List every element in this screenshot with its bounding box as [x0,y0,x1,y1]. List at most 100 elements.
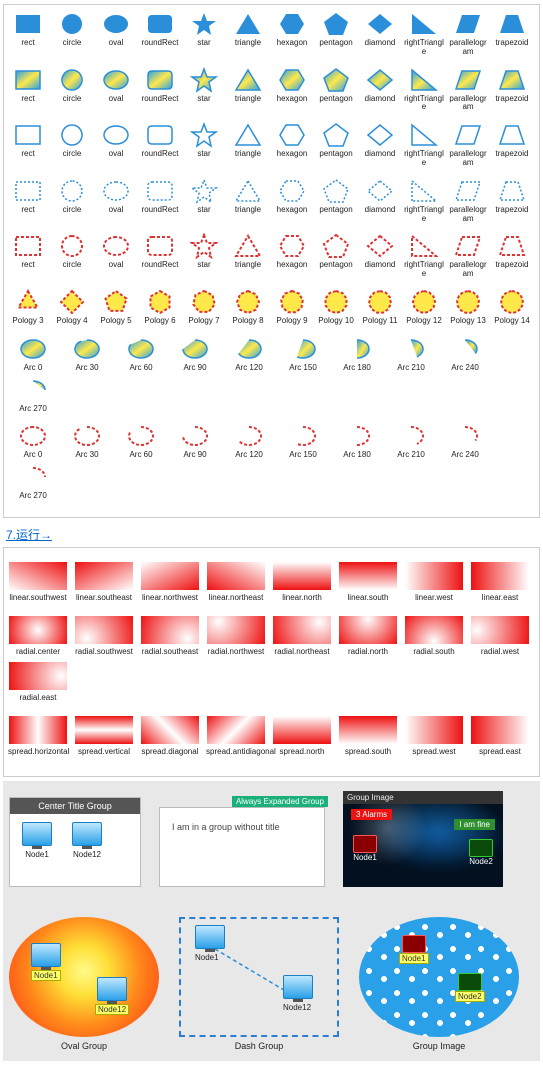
shape-cell[interactable]: roundRect [140,233,180,279]
shape-cell[interactable]: Arc 90 [170,336,220,373]
shape-cell[interactable]: hexagon [272,122,312,168]
group-node[interactable]: Node1 [353,835,377,862]
shape-cell[interactable]: Pology 14 [492,289,532,326]
group-node[interactable]: Node1 [399,935,429,964]
gradient-swatch[interactable]: linear.west [404,562,464,602]
shape-cell[interactable]: Arc 150 [278,336,328,373]
shape-cell[interactable]: roundRect [140,11,180,57]
gradient-swatch[interactable]: linear.southwest [8,562,68,602]
shape-cell[interactable]: Pology 3 [8,289,48,326]
shape-cell[interactable]: rightTriangle [404,122,444,168]
shape-cell[interactable]: parallelogram [448,178,488,224]
gradient-swatch[interactable]: linear.south [338,562,398,602]
group-node[interactable]: Node2 [455,973,485,1002]
shape-cell[interactable]: Arc 270 [8,377,58,414]
shape-cell[interactable]: parallelogram [448,233,488,279]
shape-cell[interactable]: rect [8,233,48,279]
gradient-swatch[interactable]: linear.northwest [140,562,200,602]
shape-cell[interactable]: trapezoid [492,122,532,168]
gradient-swatch[interactable]: linear.east [470,562,530,602]
shape-cell[interactable]: star [184,178,224,224]
gradient-swatch[interactable]: radial.southeast [140,616,200,656]
shape-cell[interactable]: triangle [228,233,268,279]
group-node[interactable]: Node12 [72,822,102,860]
shape-cell[interactable]: triangle [228,67,268,113]
shape-cell[interactable]: diamond [360,122,400,168]
shape-cell[interactable]: Arc 270 [8,464,58,501]
shape-cell[interactable]: parallelogram [448,122,488,168]
shape-cell[interactable]: rect [8,67,48,113]
shape-cell[interactable]: parallelogram [448,67,488,113]
shape-cell[interactable]: star [184,233,224,279]
shape-cell[interactable]: hexagon [272,67,312,113]
shape-cell[interactable]: trapezoid [492,233,532,279]
shape-cell[interactable]: Arc 240 [440,423,490,460]
gradient-swatch[interactable]: spread.north [272,716,332,756]
shape-cell[interactable]: pentagon [316,233,356,279]
shape-cell[interactable]: pentagon [316,67,356,113]
shape-cell[interactable]: Arc 0 [8,336,58,373]
gradient-swatch[interactable]: spread.east [470,716,530,756]
shape-cell[interactable]: Arc 120 [224,423,274,460]
gradient-swatch[interactable]: linear.northeast [206,562,266,602]
gradient-swatch[interactable]: spread.west [404,716,464,756]
image-group[interactable]: Group Image 3 Alarms I am fine Node1 Nod… [343,791,503,887]
shape-cell[interactable]: Arc 90 [170,423,220,460]
shape-cell[interactable]: oval [96,122,136,168]
shape-cell[interactable]: Pology 4 [52,289,92,326]
shape-cell[interactable]: circle [52,67,92,113]
shape-cell[interactable]: pentagon [316,122,356,168]
shape-cell[interactable]: circle [52,122,92,168]
shape-cell[interactable]: circle [52,178,92,224]
shape-cell[interactable]: star [184,122,224,168]
shape-cell[interactable]: rightTriangle [404,11,444,57]
shape-cell[interactable]: trapezoid [492,67,532,113]
shape-cell[interactable]: rightTriangle [404,178,444,224]
gradient-swatch[interactable]: radial.east [8,662,68,702]
gradient-swatch[interactable]: radial.center [8,616,68,656]
shape-cell[interactable]: roundRect [140,67,180,113]
shape-cell[interactable]: Pology 11 [360,289,400,326]
shape-cell[interactable]: triangle [228,122,268,168]
gradient-swatch[interactable]: radial.northeast [272,616,332,656]
group-node[interactable]: Node1 [22,822,52,860]
shape-cell[interactable]: diamond [360,178,400,224]
group-node[interactable]: Node2 [469,839,493,866]
pattern-group[interactable]: Node1 Node2 Group Image [359,917,519,1051]
gradient-swatch[interactable]: spread.antidiagonal [206,716,266,756]
gradient-swatch[interactable]: radial.northwest [206,616,266,656]
shape-cell[interactable]: star [184,11,224,57]
shape-cell[interactable]: Pology 5 [96,289,136,326]
center-title-group[interactable]: Center Title Group Node1 Node12 [9,797,141,887]
shape-cell[interactable]: pentagon [316,11,356,57]
shape-cell[interactable]: oval [96,178,136,224]
group-node[interactable]: Node1 [195,925,225,963]
shape-cell[interactable]: Arc 120 [224,336,274,373]
shape-cell[interactable]: triangle [228,11,268,57]
shape-cell[interactable]: Pology 8 [228,289,268,326]
shape-cell[interactable]: diamond [360,67,400,113]
gradient-swatch[interactable]: radial.north [338,616,398,656]
shape-cell[interactable]: oval [96,67,136,113]
shape-cell[interactable]: trapezoid [492,178,532,224]
gradient-swatch[interactable]: radial.southwest [74,616,134,656]
shape-cell[interactable]: parallelogram [448,11,488,57]
shape-cell[interactable]: hexagon [272,178,312,224]
gradient-swatch[interactable]: spread.south [338,716,398,756]
gradient-swatch[interactable]: radial.west [470,616,530,656]
shape-cell[interactable]: pentagon [316,178,356,224]
shape-cell[interactable]: Pology 13 [448,289,488,326]
shape-cell[interactable]: Arc 30 [62,423,112,460]
shape-cell[interactable]: rect [8,122,48,168]
shape-cell[interactable]: Pology 7 [184,289,224,326]
shape-cell[interactable]: star [184,67,224,113]
shape-cell[interactable]: circle [52,233,92,279]
shape-cell[interactable]: Pology 10 [316,289,356,326]
gradient-swatch[interactable]: linear.north [272,562,332,602]
shape-cell[interactable]: Arc 60 [116,423,166,460]
group-node[interactable]: Node1 [31,943,61,981]
shape-cell[interactable]: roundRect [140,178,180,224]
run-link[interactable]: 7.运行→ [6,526,537,543]
shape-cell[interactable]: hexagon [272,233,312,279]
shape-cell[interactable]: roundRect [140,122,180,168]
